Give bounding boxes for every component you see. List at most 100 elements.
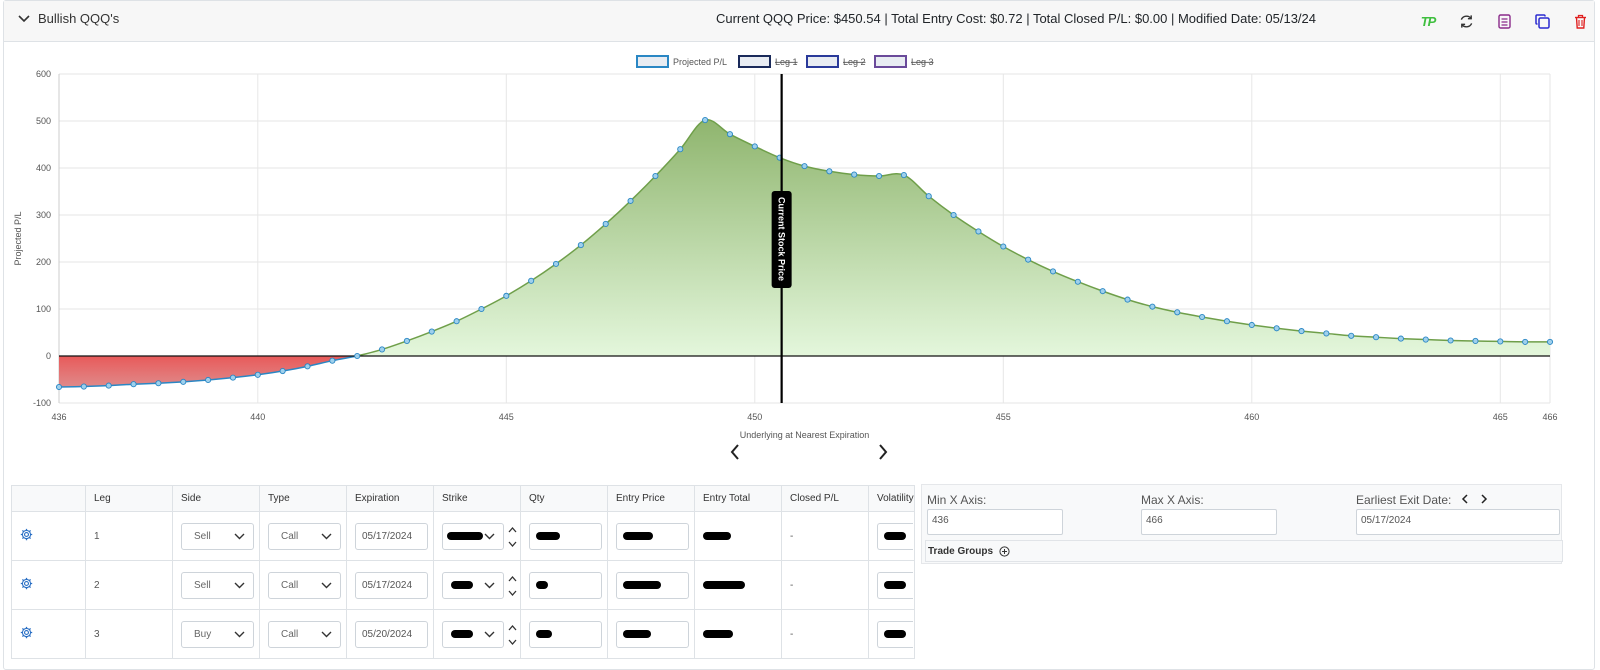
data-point xyxy=(329,357,336,364)
data-point xyxy=(1000,243,1007,250)
plus-circle-icon[interactable] xyxy=(999,545,1010,557)
max-x-label: Max X Axis: xyxy=(1141,493,1204,507)
legend-swatch xyxy=(806,55,839,68)
chevron-down-icon xyxy=(321,631,332,637)
data-point xyxy=(1373,334,1380,341)
leg-row: 1 Sell Call 05/17/2024 - xyxy=(11,511,915,561)
data-point xyxy=(503,292,510,299)
data-point xyxy=(279,367,286,375)
entry-total xyxy=(694,560,782,610)
strike-select[interactable] xyxy=(442,620,504,648)
chevron-left-icon[interactable] xyxy=(1461,494,1469,504)
entry-price-input[interactable] xyxy=(616,522,689,550)
data-point xyxy=(1497,338,1504,345)
chevron-right-icon[interactable] xyxy=(1480,494,1488,504)
summary-text: Current QQQ Price: $450.54 | Total Entry… xyxy=(715,11,1317,26)
volatility-input[interactable] xyxy=(877,620,913,648)
x-tick-label: 436 xyxy=(51,412,66,422)
entry-price-input[interactable] xyxy=(616,571,689,599)
gear-icon[interactable] xyxy=(20,528,33,541)
qty-input[interactable] xyxy=(529,571,602,599)
prev-date-button[interactable] xyxy=(730,443,740,463)
legend-item: Leg 2 xyxy=(806,55,866,68)
strike-stepper-icon[interactable] xyxy=(508,526,517,548)
legs-header-row: Leg Side Type Expiration Strike Qty Entr… xyxy=(11,485,915,512)
tp-logo-text: TP xyxy=(1420,13,1437,29)
gear-icon[interactable] xyxy=(20,626,33,639)
y-axis-title: Projected P/L xyxy=(13,211,23,265)
type-select[interactable]: Call xyxy=(268,620,341,648)
gear-icon[interactable] xyxy=(20,577,33,590)
earliest-exit-label: Earliest Exit Date: xyxy=(1356,493,1452,507)
type-select[interactable]: Call xyxy=(268,571,341,599)
data-point xyxy=(702,117,709,124)
leg-row: 3 Buy Call 05/20/2024 - xyxy=(11,609,915,659)
data-point xyxy=(155,380,162,387)
side-select[interactable]: Sell xyxy=(181,571,254,599)
data-point xyxy=(1248,321,1255,329)
qty-input[interactable] xyxy=(529,522,602,550)
type-select[interactable]: Call xyxy=(268,522,341,550)
notes-icon[interactable] xyxy=(1494,12,1514,30)
side-select[interactable]: Sell xyxy=(181,522,254,550)
data-point xyxy=(1199,313,1206,321)
expiration-input[interactable]: 05/20/2024 xyxy=(355,620,428,648)
copy-icon[interactable] xyxy=(1532,12,1552,30)
volatility-input[interactable] xyxy=(877,571,913,599)
side-select[interactable]: Buy xyxy=(181,620,254,648)
y-tick-label: 500 xyxy=(36,116,51,126)
chevron-down-icon xyxy=(321,533,332,539)
data-point xyxy=(627,197,634,204)
qty-input[interactable] xyxy=(529,620,602,648)
x-tick-label: 450 xyxy=(747,412,762,422)
data-point xyxy=(552,260,560,267)
data-point xyxy=(1447,337,1454,344)
col-entry-price: Entry Price xyxy=(607,485,695,512)
data-point xyxy=(602,220,609,227)
data-point xyxy=(652,172,659,180)
min-x-input[interactable]: 436 xyxy=(927,509,1063,535)
y-tick-label: 200 xyxy=(36,257,51,267)
tp-logo-icon[interactable]: TP xyxy=(1418,12,1438,30)
data-point xyxy=(751,143,758,150)
leg-row: 2 Sell Call 05/17/2024 - xyxy=(11,560,915,610)
entry-price-input[interactable] xyxy=(616,620,689,648)
redacted-entry-total xyxy=(703,531,731,540)
data-point xyxy=(1223,318,1230,325)
expiration-input[interactable]: 05/17/2024 xyxy=(355,522,428,550)
data-point xyxy=(1099,288,1106,295)
legend-label: Leg 2 xyxy=(843,57,866,67)
side-value: Buy xyxy=(194,628,212,640)
chevron-down-icon xyxy=(234,582,245,588)
data-point xyxy=(354,352,361,360)
data-point xyxy=(1397,335,1404,342)
data-point xyxy=(1049,268,1057,275)
strike-select[interactable] xyxy=(442,571,504,599)
strike-stepper-icon[interactable] xyxy=(508,624,517,646)
strike-select[interactable] xyxy=(442,522,504,550)
redacted-volatility xyxy=(884,629,906,638)
data-point xyxy=(1298,328,1305,335)
volatility-input[interactable] xyxy=(877,522,913,550)
data-point xyxy=(1149,303,1156,310)
expiration-input[interactable]: 05/17/2024 xyxy=(355,571,428,599)
col-closed-pl: Closed P/L xyxy=(781,485,869,512)
trash-icon[interactable] xyxy=(1570,12,1590,30)
refresh-icon[interactable] xyxy=(1456,12,1476,30)
data-point xyxy=(254,371,261,378)
max-x-input[interactable]: 466 xyxy=(1141,509,1277,535)
data-point xyxy=(876,172,883,180)
col-side: Side xyxy=(172,485,260,512)
strike-stepper-icon[interactable] xyxy=(508,575,517,597)
settings-cell xyxy=(11,560,86,610)
x-tick-label: 460 xyxy=(1244,412,1259,422)
x-tick-label: 466 xyxy=(1542,412,1557,422)
data-point xyxy=(428,328,435,335)
next-date-button[interactable] xyxy=(878,443,888,463)
data-point xyxy=(478,305,485,313)
data-point xyxy=(1472,337,1479,345)
earliest-exit-input[interactable]: 05/17/2024 xyxy=(1356,509,1560,535)
trade-groups-bar[interactable]: Trade Groups xyxy=(925,540,1563,562)
redacted-entry-total xyxy=(703,580,745,589)
chevron-down-icon xyxy=(484,533,495,539)
